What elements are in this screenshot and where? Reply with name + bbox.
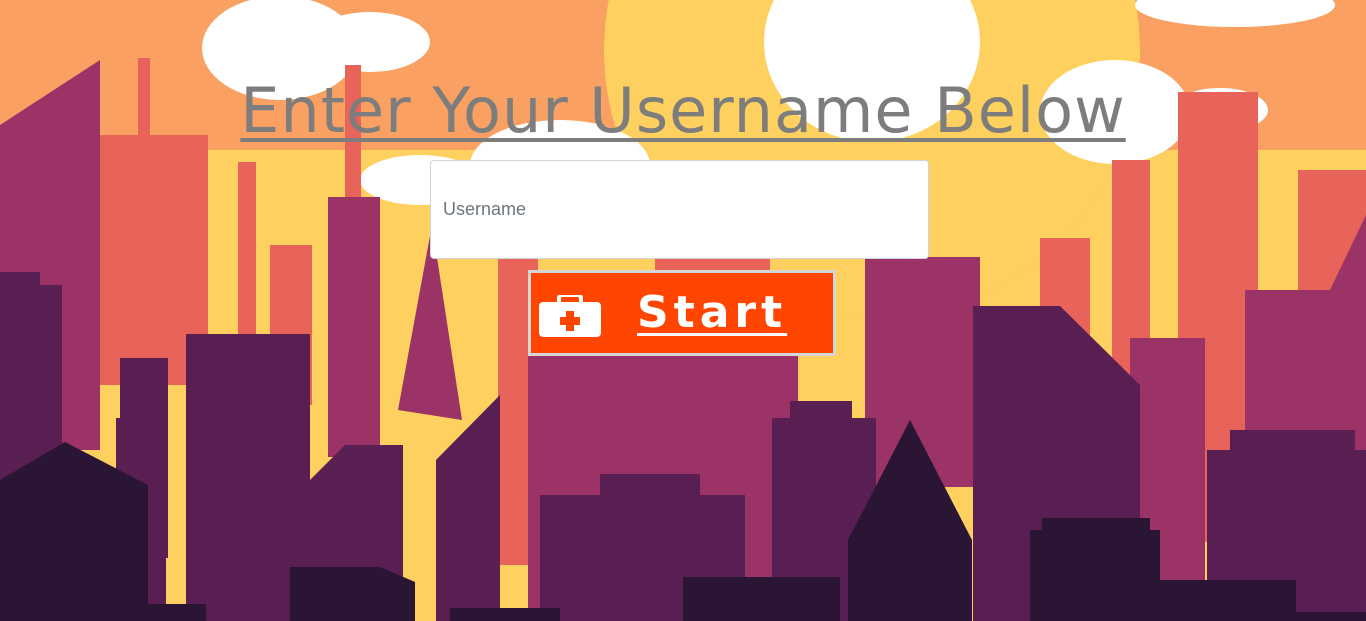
first-aid-kit-icon (539, 295, 601, 337)
page-title: Enter Your Username Below (240, 74, 1126, 147)
start-button[interactable]: Start (528, 270, 836, 356)
username-input[interactable] (430, 160, 929, 259)
start-button-label: Start (637, 286, 788, 338)
